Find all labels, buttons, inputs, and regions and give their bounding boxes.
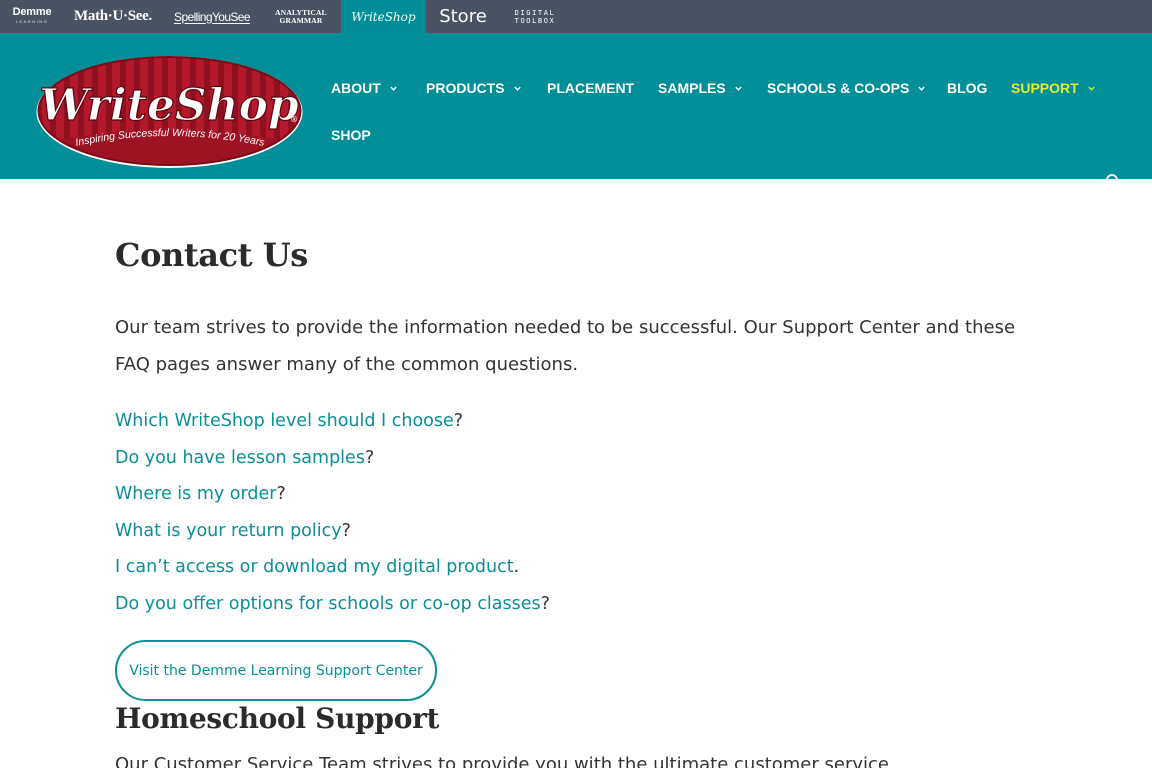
nav-placement[interactable]: PLACEMENT <box>547 80 634 96</box>
faq-item: Where is my order? <box>115 476 550 513</box>
nav-placement-label: PLACEMENT <box>547 80 635 96</box>
brand-digital-line-2: TOOLBOX <box>514 16 556 25</box>
page-title: Contact Us <box>115 236 308 274</box>
logo-wordmark: WriteShop <box>39 80 299 131</box>
nav-products[interactable]: PRODUCTS <box>426 80 521 96</box>
nav-shop-label: SHOP <box>331 127 371 143</box>
nav-about[interactable]: ABOUT <box>331 80 397 96</box>
faq-item: Do you offer options for schools or co-o… <box>115 586 550 623</box>
brand-analytical-line-2: GRAMMAR <box>279 15 323 25</box>
faq-punctuation: ? <box>364 447 375 468</box>
chevron-down-icon <box>918 85 926 92</box>
faq-item: Do you have lesson samples? <box>115 440 550 477</box>
homeschool-support-paragraph: Our Customer Service Team strives to pro… <box>115 754 889 768</box>
faq-punctuation: ? <box>540 593 550 614</box>
brand-link-demme[interactable]: Demme LEARNING <box>6 0 58 33</box>
nav-samples-label: SAMPLES <box>658 80 726 96</box>
nav-blog[interactable]: BLOG <box>947 80 987 96</box>
chevron-down-icon <box>513 85 521 92</box>
intro-paragraph: Our team strives to provide the informat… <box>115 317 1016 375</box>
brand-link-store[interactable]: Store <box>430 0 496 33</box>
brand-link-digital-toolbox[interactable]: DIGITAL TOOLBOX <box>504 0 566 33</box>
faq-item: Which WriteShop level should I choose? <box>115 403 550 440</box>
faq-link-lesson-samples[interactable]: Do you have lesson samples <box>115 448 365 468</box>
brand-demme-sub-label: LEARNING <box>15 18 49 24</box>
logo-emblem: WriteShop ® Inspiring Successful Writers… <box>36 56 303 168</box>
faq-link-schools-co-op[interactable]: Do you offer options for schools or co-o… <box>115 594 541 614</box>
nav-samples[interactable]: SAMPLES <box>658 80 742 96</box>
chevron-down-icon <box>734 85 742 92</box>
faq-punctuation: ? <box>341 520 351 541</box>
nav-support-label: SUPPORT <box>1011 80 1079 96</box>
nav-about-label: ABOUT <box>331 80 381 96</box>
brand-link-analytical-grammar[interactable]: ANALYTICAL GRAMMAR <box>265 0 337 33</box>
faq-item: What is your return policy? <box>115 513 550 550</box>
faq-punctuation: . <box>513 557 520 577</box>
nav-products-label: PRODUCTS <box>426 80 505 96</box>
brand-link-spelling-you-see[interactable]: SpellingYouSee <box>166 0 258 33</box>
nav-schools-co-ops[interactable]: SCHOOLS & CO-OPS <box>767 80 926 96</box>
faq-link-return-policy[interactable]: What is your return policy <box>115 521 342 541</box>
logo-registered-mark: ® <box>290 115 298 124</box>
faq-link-digital-product[interactable]: I can’t access or download my digital pr… <box>115 557 514 577</box>
search-icon[interactable] <box>1105 173 1121 179</box>
brand-link-writeshop[interactable]: WriteShop <box>341 0 426 33</box>
support-center-button[interactable]: Visit the Demme Learning Support Center <box>115 640 437 701</box>
nav-schools-label: SCHOOLS & CO-OPS <box>767 80 910 96</box>
nav-support[interactable]: SUPPORT <box>1011 80 1095 96</box>
faq-punctuation: ? <box>453 411 464 431</box>
brand-demme-label: Demme <box>12 5 52 18</box>
site-header: WriteShop ® Inspiring Successful Writers… <box>0 33 1152 179</box>
faq-link-writeshop-level[interactable]: Which WriteShop level should I choose <box>115 411 454 431</box>
nav-shop[interactable]: SHOP <box>331 127 371 143</box>
writeshop-logo[interactable]: WriteShop ® Inspiring Successful Writers… <box>36 56 303 169</box>
homeschool-support-heading: Homeschool Support <box>115 702 440 735</box>
faq-link-order-status[interactable]: Where is my order <box>115 484 276 504</box>
brand-bar: Demme LEARNING Math·U·See. SpellingYouSe… <box>0 0 1152 33</box>
faq-item: I can’t access or download my digital pr… <box>115 549 550 586</box>
faq-list: Which WriteShop level should I choose? D… <box>115 403 550 622</box>
faq-punctuation: ? <box>276 484 286 504</box>
chevron-down-icon <box>1087 85 1095 92</box>
brand-link-math-u-see[interactable]: Math·U·See. <box>66 0 160 33</box>
brand-digital-line-1: DIGITAL <box>514 8 556 17</box>
chevron-down-icon <box>390 85 397 92</box>
nav-blog-label: BLOG <box>947 80 988 96</box>
